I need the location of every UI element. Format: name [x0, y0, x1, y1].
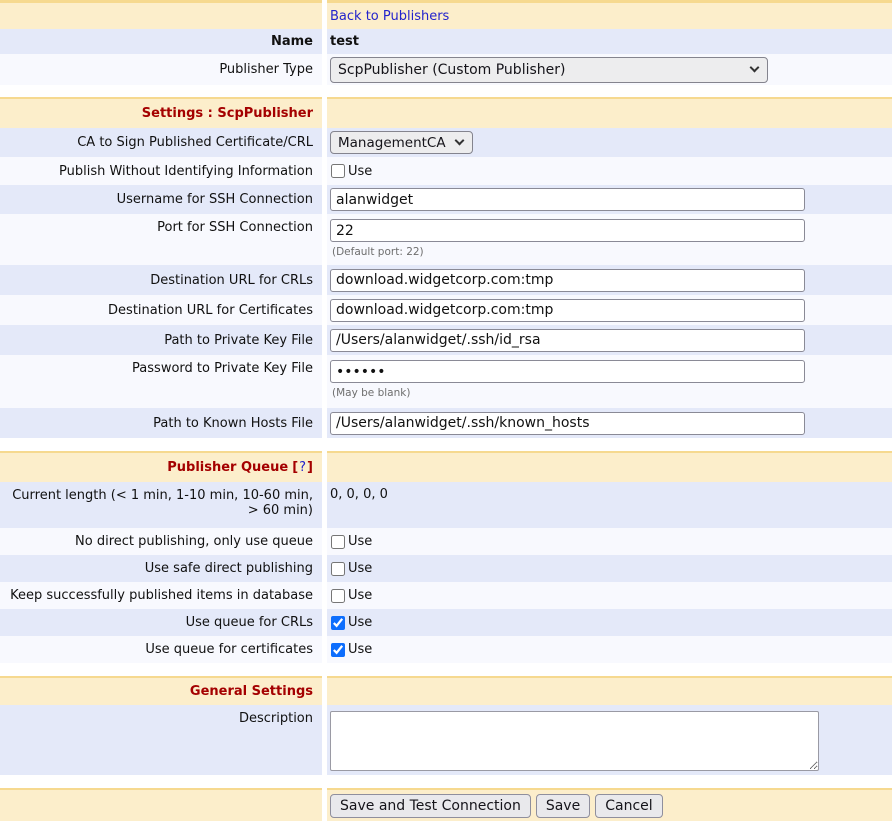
queue-section-title: Publisher Queue: [167, 460, 288, 475]
private-key-label: Path to Private Key File: [164, 333, 313, 348]
settings-header-row: Settings : ScpPublisher: [0, 99, 892, 128]
use-label[interactable]: Use: [348, 164, 372, 179]
keep-published-checkbox[interactable]: [331, 589, 345, 603]
help-link[interactable]: ?: [299, 460, 306, 475]
queue-only-checkbox[interactable]: [331, 535, 345, 549]
publisher-type-select[interactable]: ScpPublisher (Custom Publisher): [330, 57, 768, 83]
username-row: Username for SSH Connection: [0, 185, 892, 214]
cancel-button[interactable]: Cancel: [595, 794, 662, 818]
ca-sign-label: CA to Sign Published Certificate/CRL: [77, 135, 313, 150]
queue-option-row: No direct publishing, only use queue Use: [0, 528, 892, 555]
settings-section-title: Settings : ScpPublisher: [142, 106, 313, 121]
queue-certs-checkbox[interactable]: [331, 643, 345, 657]
private-key-input[interactable]: [330, 329, 805, 352]
ca-sign-select[interactable]: ManagementCA: [330, 131, 473, 154]
password-label: Password to Private Key File: [132, 361, 313, 376]
queue-crls-checkbox[interactable]: [331, 616, 345, 630]
name-label: Name: [271, 34, 313, 49]
use-label[interactable]: Use: [348, 561, 372, 576]
publisher-type-label: Publisher Type: [219, 62, 313, 77]
save-button[interactable]: Save: [536, 794, 590, 818]
queue-header-row: Publisher Queue [?]: [0, 453, 892, 482]
save-and-test-button[interactable]: Save and Test Connection: [330, 794, 531, 818]
known-hosts-row: Path to Known Hosts File: [0, 408, 892, 438]
username-label: Username for SSH Connection: [117, 192, 313, 207]
port-label: Port for SSH Connection: [157, 220, 313, 235]
crl-url-label: Destination URL for CRLs: [150, 273, 313, 288]
help-bracket-close: ]: [307, 460, 313, 475]
anonymize-label: Publish Without Identifying Information: [59, 164, 313, 179]
queue-option-row: Use queue for certificates Use: [0, 636, 892, 663]
queue-length-value: 0, 0, 0, 0: [330, 487, 388, 502]
queue-length-label: Current length (< 1 min, 1-10 min, 10-60…: [6, 488, 313, 518]
section-gap: [0, 85, 892, 97]
safe-direct-checkbox[interactable]: [331, 562, 345, 576]
top-header-row: Back to Publishers: [0, 3, 892, 29]
ca-sign-row: CA to Sign Published Certificate/CRL Man…: [0, 128, 892, 157]
queue-option-label: Use safe direct publishing: [145, 561, 313, 576]
private-key-row: Path to Private Key File: [0, 325, 892, 355]
port-input[interactable]: [330, 219, 805, 242]
crl-url-row: Destination URL for CRLs: [0, 265, 892, 295]
queue-option-label: No direct publishing, only use queue: [75, 534, 313, 549]
password-input[interactable]: [330, 360, 805, 383]
queue-option-row: Use safe direct publishing Use: [0, 555, 892, 582]
use-label[interactable]: Use: [348, 534, 372, 549]
back-to-publishers-link[interactable]: Back to Publishers: [330, 9, 449, 24]
queue-option-row: Use queue for CRLs Use: [0, 609, 892, 636]
crl-url-input[interactable]: [330, 269, 805, 292]
use-label[interactable]: Use: [348, 588, 372, 603]
queue-option-label: Use queue for CRLs: [186, 615, 313, 630]
description-label: Description: [239, 711, 313, 726]
general-header-row: General Settings: [0, 678, 892, 705]
queue-option-row: Keep successfully published items in dat…: [0, 582, 892, 609]
general-section-title: General Settings: [190, 684, 313, 699]
password-hint: (May be blank): [330, 387, 410, 399]
queue-option-label: Keep successfully published items in dat…: [10, 588, 313, 603]
section-gap: [0, 438, 892, 451]
anonymize-row: Publish Without Identifying Information …: [0, 157, 892, 185]
known-hosts-label: Path to Known Hosts File: [153, 416, 313, 431]
description-textarea[interactable]: [330, 711, 819, 771]
username-input[interactable]: [330, 188, 805, 211]
password-row: Password to Private Key File (May be bla…: [0, 355, 892, 408]
queue-option-label: Use queue for certificates: [145, 642, 313, 657]
use-label[interactable]: Use: [348, 642, 372, 657]
use-label[interactable]: Use: [348, 615, 372, 630]
name-row: Name test: [0, 29, 892, 54]
help-bracket-open: [: [292, 460, 298, 475]
port-hint: (Default port: 22): [330, 246, 424, 258]
port-row: Port for SSH Connection (Default port: 2…: [0, 214, 892, 265]
cert-url-label: Destination URL for Certificates: [108, 303, 313, 318]
anonymize-checkbox[interactable]: [331, 164, 345, 178]
footer-row: Save and Test Connection Save Cancel: [0, 790, 892, 821]
cert-url-input[interactable]: [330, 299, 805, 322]
section-gap: [0, 663, 892, 676]
name-value: test: [330, 34, 359, 49]
publisher-type-row: Publisher Type ScpPublisher (Custom Publ…: [0, 54, 892, 85]
section-gap: [0, 775, 892, 788]
cert-url-row: Destination URL for Certificates: [0, 295, 892, 325]
description-row: Description: [0, 705, 892, 775]
known-hosts-input[interactable]: [330, 412, 805, 435]
queue-length-row: Current length (< 1 min, 1-10 min, 10-60…: [0, 482, 892, 528]
